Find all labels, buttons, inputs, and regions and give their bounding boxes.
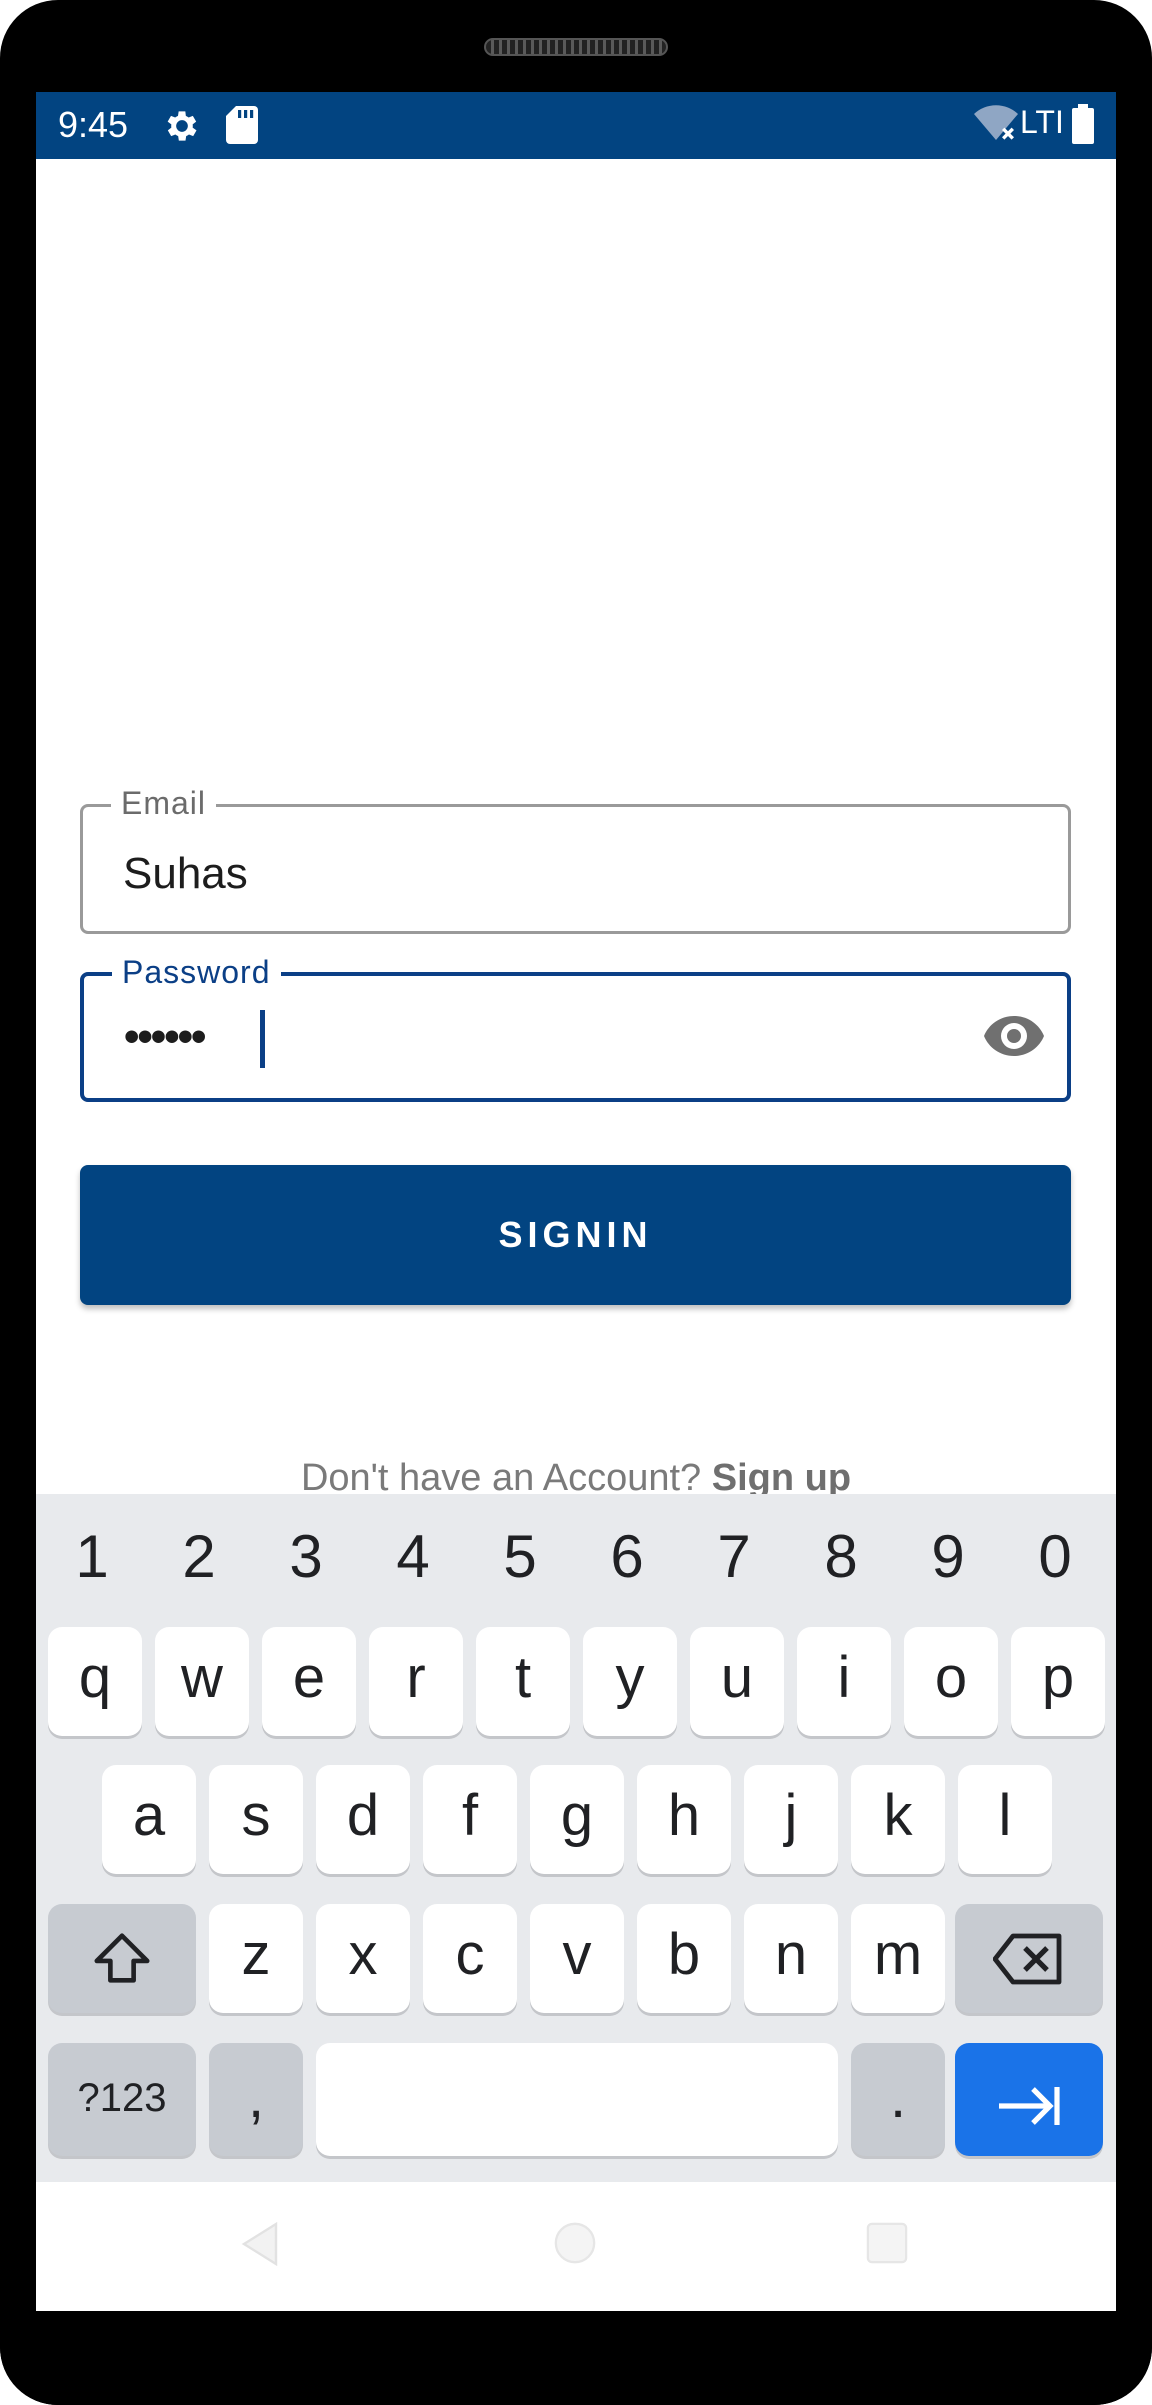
key-7[interactable]: 7 xyxy=(694,1522,774,1591)
network-type: LTI xyxy=(1020,104,1064,140)
signup-prompt-text: Don't have an Account? xyxy=(300,1457,702,1499)
key-f[interactable]: f xyxy=(423,1765,517,1874)
email-label: Email xyxy=(111,785,217,822)
number-row: 1 2 3 4 5 6 7 8 9 0 xyxy=(36,1494,1116,1624)
key-2[interactable]: 2 xyxy=(159,1522,239,1591)
back-icon[interactable] xyxy=(240,2221,280,2271)
password-value: •••••• xyxy=(124,1012,206,1061)
signin-button[interactable]: SIGNIN xyxy=(80,1165,1071,1305)
backspace-icon xyxy=(992,1932,1065,2000)
eye-icon[interactable] xyxy=(982,1014,1046,1063)
next-arrow-icon xyxy=(997,2076,1061,2143)
key-q[interactable]: q xyxy=(48,1627,142,1736)
key-t[interactable]: t xyxy=(476,1627,570,1736)
key-0[interactable]: 0 xyxy=(1015,1522,1095,1591)
key-c[interactable]: c xyxy=(423,1904,517,2013)
key-4[interactable]: 4 xyxy=(373,1522,453,1591)
key-b[interactable]: b xyxy=(637,1904,731,2013)
enter-key[interactable] xyxy=(955,2043,1103,2156)
key-y[interactable]: y xyxy=(583,1627,677,1736)
key-5[interactable]: 5 xyxy=(480,1522,560,1591)
key-o[interactable]: o xyxy=(904,1627,998,1736)
key-j[interactable]: j xyxy=(744,1765,838,1874)
soft-keyboard: 1 2 3 4 5 6 7 8 9 0 q w e r t y u i o p xyxy=(36,1494,1116,2182)
key-s[interactable]: s xyxy=(209,1765,303,1874)
sd-card-icon xyxy=(226,106,258,149)
key-e[interactable]: e xyxy=(262,1627,356,1736)
bottom-bezel xyxy=(0,2311,1152,2405)
status-time: 9:45 xyxy=(58,104,129,145)
space-key[interactable] xyxy=(316,2043,838,2156)
key-d[interactable]: d xyxy=(316,1765,410,1874)
phone-frame: 9:45 LTI Email Suhas Password •••••• SIG… xyxy=(0,0,1152,2405)
key-w[interactable]: w xyxy=(155,1627,249,1736)
key-r[interactable]: r xyxy=(369,1627,463,1736)
key-m[interactable]: m xyxy=(851,1904,945,2013)
key-i[interactable]: i xyxy=(797,1627,891,1736)
key-3[interactable]: 3 xyxy=(266,1522,346,1591)
backspace-key[interactable] xyxy=(955,1904,1103,2013)
key-g[interactable]: g xyxy=(530,1765,624,1874)
period-key[interactable]: . xyxy=(851,2043,945,2156)
key-p[interactable]: p xyxy=(1011,1627,1105,1736)
key-6[interactable]: 6 xyxy=(587,1522,667,1591)
key-x[interactable]: x xyxy=(316,1904,410,2013)
key-l[interactable]: l xyxy=(958,1765,1052,1874)
key-1[interactable]: 1 xyxy=(52,1522,132,1591)
text-cursor xyxy=(260,1010,265,1068)
shift-key[interactable] xyxy=(48,1904,196,2013)
key-u[interactable]: u xyxy=(690,1627,784,1736)
email-value: Suhas xyxy=(123,849,248,898)
key-8[interactable]: 8 xyxy=(801,1522,881,1591)
battery-icon xyxy=(1072,104,1094,149)
key-k[interactable]: k xyxy=(851,1765,945,1874)
signup-link[interactable]: Sign up xyxy=(712,1457,851,1499)
symbols-key[interactable]: ?123 xyxy=(48,2043,196,2156)
wifi-off-icon xyxy=(974,104,1018,149)
shift-icon xyxy=(91,1928,153,2004)
screen: 9:45 LTI Email Suhas Password •••••• SIG… xyxy=(36,92,1116,2311)
navigation-bar xyxy=(36,2182,1116,2311)
recents-icon[interactable] xyxy=(866,2222,908,2269)
speaker-grille xyxy=(484,38,668,56)
comma-key[interactable]: , xyxy=(209,2043,303,2156)
key-v[interactable]: v xyxy=(530,1904,624,2013)
key-a[interactable]: a xyxy=(102,1765,196,1874)
key-n[interactable]: n xyxy=(744,1904,838,2013)
home-icon[interactable] xyxy=(552,2220,598,2271)
key-9[interactable]: 9 xyxy=(908,1522,988,1591)
key-h[interactable]: h xyxy=(637,1765,731,1874)
key-z[interactable]: z xyxy=(209,1904,303,2013)
status-bar: 9:45 LTI xyxy=(36,92,1116,159)
password-field[interactable]: Password •••••• xyxy=(80,954,1071,1102)
email-field[interactable]: Email Suhas xyxy=(80,785,1071,934)
gear-icon xyxy=(162,106,202,151)
password-label: Password xyxy=(112,954,281,991)
